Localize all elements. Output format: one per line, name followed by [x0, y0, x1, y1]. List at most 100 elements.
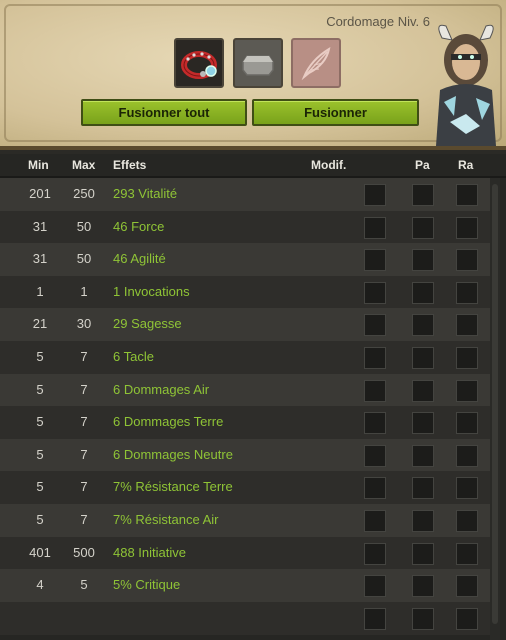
- row-effect-label: 6 Dommages Air: [113, 381, 210, 397]
- row-min-value: 5: [36, 512, 44, 527]
- grey-hexagon-rune-icon: [242, 55, 274, 76]
- modif-checkbox[interactable]: [364, 249, 386, 272]
- feather-icon: [303, 46, 331, 78]
- item-slot-collar[interactable]: [174, 38, 224, 88]
- row-effect-label: 488 Initiative: [113, 544, 186, 560]
- row-min-value: 5: [36, 381, 44, 397]
- modif-checkbox[interactable]: [364, 444, 386, 467]
- crafting-panel: Cordomage Niv. 6 Fusionner tout Fusionne…: [0, 0, 506, 150]
- ra-checkbox[interactable]: [456, 510, 478, 532]
- pa-checkbox[interactable]: [412, 607, 434, 630]
- table-row: 5 7 6 Tacle: [0, 341, 490, 374]
- column-effects: Effets: [113, 158, 147, 172]
- ra-checkbox[interactable]: [456, 542, 478, 565]
- row-max-value: 7: [80, 512, 88, 527]
- pa-checkbox[interactable]: [412, 347, 434, 369]
- row-effect-label: 293 Vitalité: [113, 186, 178, 201]
- row-effect-label: 1 Invocations: [113, 283, 190, 299]
- row-max-value: 7: [80, 414, 88, 430]
- table-row: 4 5 5% Critique: [0, 569, 490, 603]
- item-slot-feather[interactable]: [291, 38, 341, 88]
- row-min-value: 5: [36, 446, 44, 462]
- row-max-value: 7: [80, 446, 88, 462]
- modif-checkbox[interactable]: [364, 575, 386, 598]
- row-min-value: 201: [29, 186, 51, 201]
- table-row: 1 1 1 Invocations: [0, 275, 490, 309]
- pa-checkbox[interactable]: [412, 314, 434, 337]
- fuse-button[interactable]: Fusionner: [252, 99, 419, 126]
- column-min: Min: [28, 158, 49, 172]
- pa-checkbox[interactable]: [412, 281, 434, 304]
- ra-checkbox[interactable]: [456, 412, 478, 435]
- ra-checkbox[interactable]: [456, 347, 478, 369]
- modif-checkbox[interactable]: [364, 607, 386, 630]
- modif-checkbox[interactable]: [364, 477, 386, 500]
- row-effect-label: 7% Résistance Terre: [113, 479, 233, 495]
- row-max-value: 7: [80, 479, 88, 495]
- modif-checkbox[interactable]: [364, 379, 386, 402]
- modif-checkbox[interactable]: [364, 542, 386, 565]
- ra-checkbox[interactable]: [456, 477, 478, 500]
- row-max-value: 50: [76, 251, 92, 267]
- modif-checkbox[interactable]: [364, 216, 386, 239]
- row-max-value: 250: [73, 186, 95, 201]
- row-min-value: 5: [36, 349, 44, 364]
- row-max-value: 7: [80, 349, 88, 364]
- ra-checkbox[interactable]: [456, 379, 478, 402]
- row-max-value: 1: [80, 283, 88, 299]
- modif-checkbox[interactable]: [364, 347, 386, 369]
- scrollbar-thumb[interactable]: [492, 184, 498, 624]
- pa-checkbox[interactable]: [412, 542, 434, 565]
- red-collar-item-icon: [181, 51, 217, 79]
- row-min-value: 21: [32, 316, 48, 332]
- ra-checkbox[interactable]: [456, 184, 478, 206]
- pa-checkbox[interactable]: [412, 249, 434, 272]
- pa-checkbox[interactable]: [412, 216, 434, 239]
- pa-checkbox[interactable]: [412, 379, 434, 402]
- row-min-value: 1: [36, 283, 44, 299]
- modif-checkbox[interactable]: [364, 412, 386, 435]
- row-effect-label: 6 Dommages Neutre: [113, 446, 233, 462]
- fuse-all-button[interactable]: Fusionner tout: [81, 99, 247, 126]
- table-header: Min Max Effets Modif. Pa Ra: [0, 154, 506, 178]
- column-max: Max: [72, 158, 96, 172]
- row-effect-label: 46 Agilité: [113, 251, 166, 267]
- table-row: 31 50 46 Agilité: [0, 243, 490, 277]
- pa-checkbox[interactable]: [412, 444, 434, 467]
- table-row: 5 7 6 Dommages Terre: [0, 406, 490, 440]
- pa-checkbox[interactable]: [412, 412, 434, 435]
- row-min-value: 4: [36, 577, 44, 593]
- table-row: 201 250 293 Vitalité: [0, 178, 490, 211]
- ra-checkbox[interactable]: [456, 314, 478, 337]
- modif-checkbox[interactable]: [364, 510, 386, 532]
- row-max-value: 5: [80, 577, 88, 593]
- row-min-value: 31: [32, 251, 48, 267]
- ra-checkbox[interactable]: [456, 216, 478, 239]
- row-max-value: 50: [76, 218, 92, 234]
- ra-checkbox[interactable]: [456, 444, 478, 467]
- column-pa: Pa: [415, 158, 430, 172]
- row-effect-label: 5% Critique: [113, 577, 181, 593]
- pa-checkbox[interactable]: [412, 575, 434, 598]
- ra-checkbox[interactable]: [456, 575, 478, 598]
- row-effect-label: 7% Résistance Air: [113, 512, 219, 527]
- ra-checkbox[interactable]: [456, 281, 478, 304]
- modif-checkbox[interactable]: [364, 314, 386, 337]
- row-max-value: 500: [73, 544, 95, 560]
- column-modif: Modif.: [311, 158, 347, 172]
- row-effect-label: 29 Sagesse: [113, 316, 182, 332]
- row-min-value: 5: [36, 479, 44, 495]
- item-slot-rune[interactable]: [233, 38, 283, 88]
- ra-checkbox[interactable]: [456, 249, 478, 272]
- modif-checkbox[interactable]: [364, 184, 386, 206]
- modif-checkbox[interactable]: [364, 281, 386, 304]
- pa-checkbox[interactable]: [412, 510, 434, 532]
- column-ra: Ra: [458, 158, 474, 172]
- table-scrollbar[interactable]: [490, 178, 500, 640]
- row-effect-label: 6 Tacle: [113, 349, 154, 364]
- craft-level-title: Cordomage Niv. 6: [326, 14, 430, 29]
- row-min-value: 31: [32, 218, 48, 234]
- pa-checkbox[interactable]: [412, 477, 434, 500]
- pa-checkbox[interactable]: [412, 184, 434, 206]
- ra-checkbox[interactable]: [456, 607, 478, 630]
